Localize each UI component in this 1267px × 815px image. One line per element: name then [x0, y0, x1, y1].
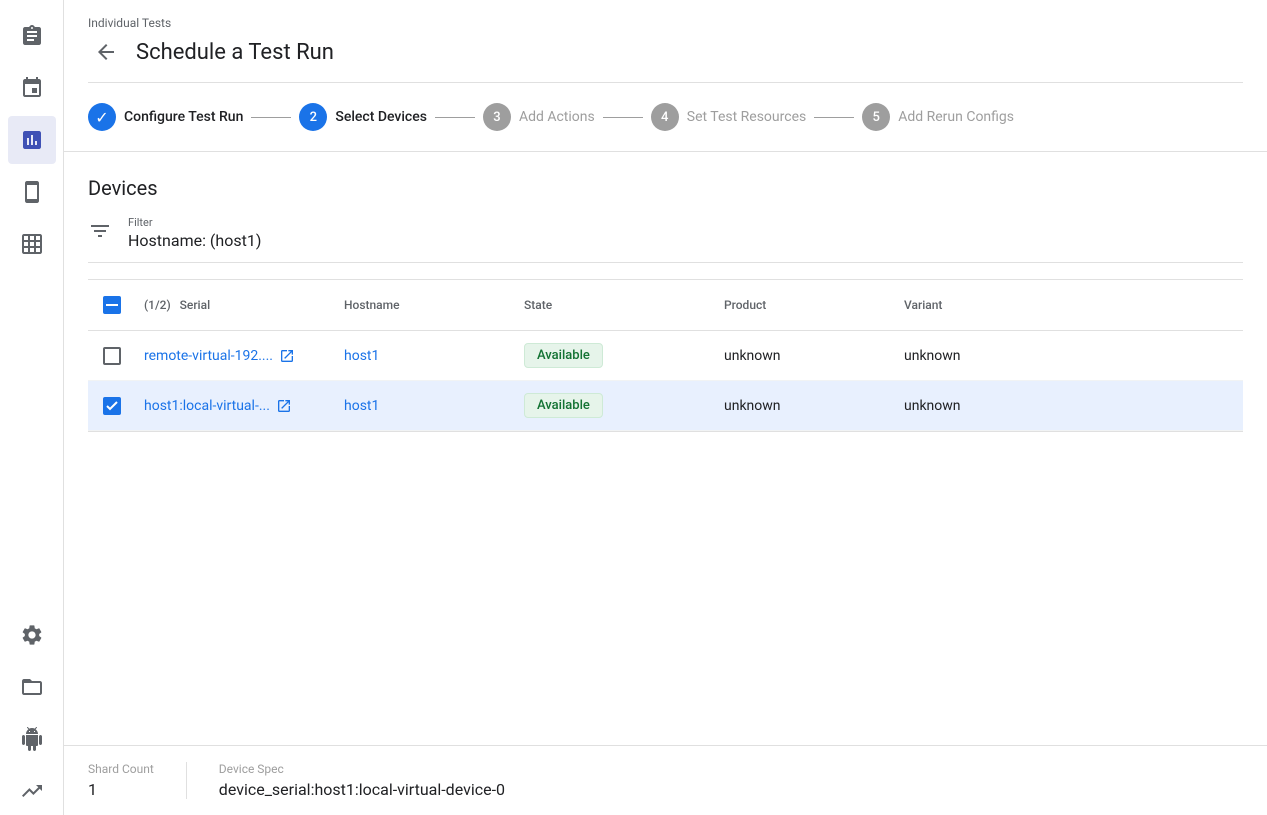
bottom-divider: [186, 762, 187, 799]
step-5-number: 5: [873, 110, 880, 125]
connector-1-2: [251, 117, 291, 118]
serial-col-header: Serial: [180, 298, 211, 312]
sidebar-item-chart[interactable]: [8, 116, 56, 164]
row-2-hostname: host1: [336, 390, 516, 422]
row-1-external-link-icon[interactable]: [279, 348, 295, 364]
step-1-label: Configure Test Run: [124, 109, 243, 125]
row-2-serial: host1:local-virtual-...: [136, 390, 336, 422]
header: Individual Tests Schedule a Test Run: [64, 0, 1267, 83]
row-2-hostname-link[interactable]: host1: [344, 398, 379, 414]
stepper: ✓ Configure Test Run 2 Select Devices 3 …: [64, 83, 1267, 151]
step-3: 3 Add Actions: [483, 103, 595, 131]
table-row[interactable]: remote-virtual-192.... host1 Available u…: [88, 331, 1243, 381]
sidebar-item-settings[interactable]: [8, 611, 56, 659]
step-2-label: Select Devices: [335, 109, 427, 125]
select-all-cell[interactable]: [88, 288, 136, 322]
shard-count-label: Shard Count: [88, 762, 154, 776]
row-2-checkbox-cell[interactable]: [88, 389, 136, 423]
row-2-serial-link[interactable]: host1:local-virtual-...: [144, 398, 270, 414]
filter-section: Filter Hostname: (host1): [88, 216, 1243, 263]
connector-2-3: [435, 117, 475, 118]
page-title: Schedule a Test Run: [136, 40, 334, 65]
step-4-label: Set Test Resources: [687, 109, 806, 125]
sidebar-item-folder[interactable]: [8, 663, 56, 711]
select-all-checkbox[interactable]: [103, 296, 121, 314]
row-2-status-badge: Available: [524, 393, 603, 418]
main-content: Individual Tests Schedule a Test Run ✓ C…: [64, 0, 1267, 815]
row-1-serial: remote-virtual-192....: [136, 340, 336, 372]
table-row[interactable]: host1:local-virtual-... host1 Available …: [88, 381, 1243, 431]
step-4-number: 4: [661, 110, 668, 125]
breadcrumb: Individual Tests: [88, 8, 1243, 34]
step-1-checkmark: ✓: [95, 108, 108, 127]
step-2-number: 2: [310, 110, 317, 125]
row-1-status-badge: Available: [524, 343, 603, 368]
sidebar-item-clipboard[interactable]: [8, 12, 56, 60]
sidebar-item-wave[interactable]: [8, 767, 56, 815]
variant-col-header: Variant: [896, 290, 1076, 320]
row-1-checkbox-cell[interactable]: [88, 339, 136, 373]
step-1-circle: ✓: [88, 103, 116, 131]
row-2-variant: unknown: [896, 390, 1076, 422]
sidebar-item-grid[interactable]: [8, 220, 56, 268]
step-3-number: 3: [493, 110, 500, 125]
row-2-state: Available: [516, 385, 716, 426]
row-2-product: unknown: [716, 390, 896, 422]
step-5-circle: 5: [862, 103, 890, 131]
count-header: (1/2) Serial: [136, 290, 336, 320]
step-2: 2 Select Devices: [299, 103, 427, 131]
count-badge: (1/2): [144, 298, 171, 312]
row-1-serial-link[interactable]: remote-virtual-192....: [144, 348, 273, 364]
state-col-header: State: [516, 290, 716, 320]
step-3-label: Add Actions: [519, 109, 595, 125]
connector-3-4: [603, 117, 643, 118]
step-4-circle: 4: [651, 103, 679, 131]
back-button[interactable]: [88, 34, 124, 70]
step-1: ✓ Configure Test Run: [88, 103, 243, 131]
content-area: Devices Filter Hostname: (host1): [64, 152, 1267, 745]
filter-content: Filter Hostname: (host1): [128, 216, 1243, 250]
row-1-variant: unknown: [896, 340, 1076, 372]
hostname-col-header: Hostname: [336, 290, 516, 320]
table-header: (1/2) Serial Hostname State Product Vari…: [88, 280, 1243, 331]
devices-table: (1/2) Serial Hostname State Product Vari…: [88, 279, 1243, 432]
connector-4-5: [814, 117, 854, 118]
sidebar-item-android[interactable]: [8, 715, 56, 763]
device-spec-value: device_serial:host1:local-virtual-device…: [219, 780, 505, 799]
section-title: Devices: [88, 176, 1243, 200]
step-5: 5 Add Rerun Configs: [862, 103, 1014, 131]
row-2-checkbox[interactable]: [103, 397, 121, 415]
title-row: Schedule a Test Run: [88, 34, 1243, 82]
step-2-circle: 2: [299, 103, 327, 131]
filter-label: Filter: [128, 216, 1243, 229]
step-5-label: Add Rerun Configs: [898, 109, 1014, 125]
filter-value[interactable]: Hostname: (host1): [128, 231, 1243, 250]
row-1-hostname-link[interactable]: host1: [344, 348, 379, 364]
shard-count-value: 1: [88, 780, 154, 799]
row-2-external-link-icon[interactable]: [276, 398, 292, 414]
sidebar-item-calendar[interactable]: [8, 64, 56, 112]
step-4: 4 Set Test Resources: [651, 103, 806, 131]
device-spec-label: Device Spec: [219, 762, 505, 776]
row-1-hostname: host1: [336, 340, 516, 372]
row-1-checkbox[interactable]: [103, 347, 121, 365]
row-1-state: Available: [516, 335, 716, 376]
product-col-header: Product: [716, 290, 896, 320]
sidebar-item-phone[interactable]: [8, 168, 56, 216]
device-spec-field: Device Spec device_serial:host1:local-vi…: [219, 762, 505, 799]
bottom-section: Shard Count 1 Device Spec device_serial:…: [64, 745, 1267, 815]
shard-count-field: Shard Count 1: [88, 762, 154, 799]
row-1-product: unknown: [716, 340, 896, 372]
filter-icon[interactable]: [88, 219, 112, 248]
step-3-circle: 3: [483, 103, 511, 131]
sidebar: [0, 0, 64, 815]
